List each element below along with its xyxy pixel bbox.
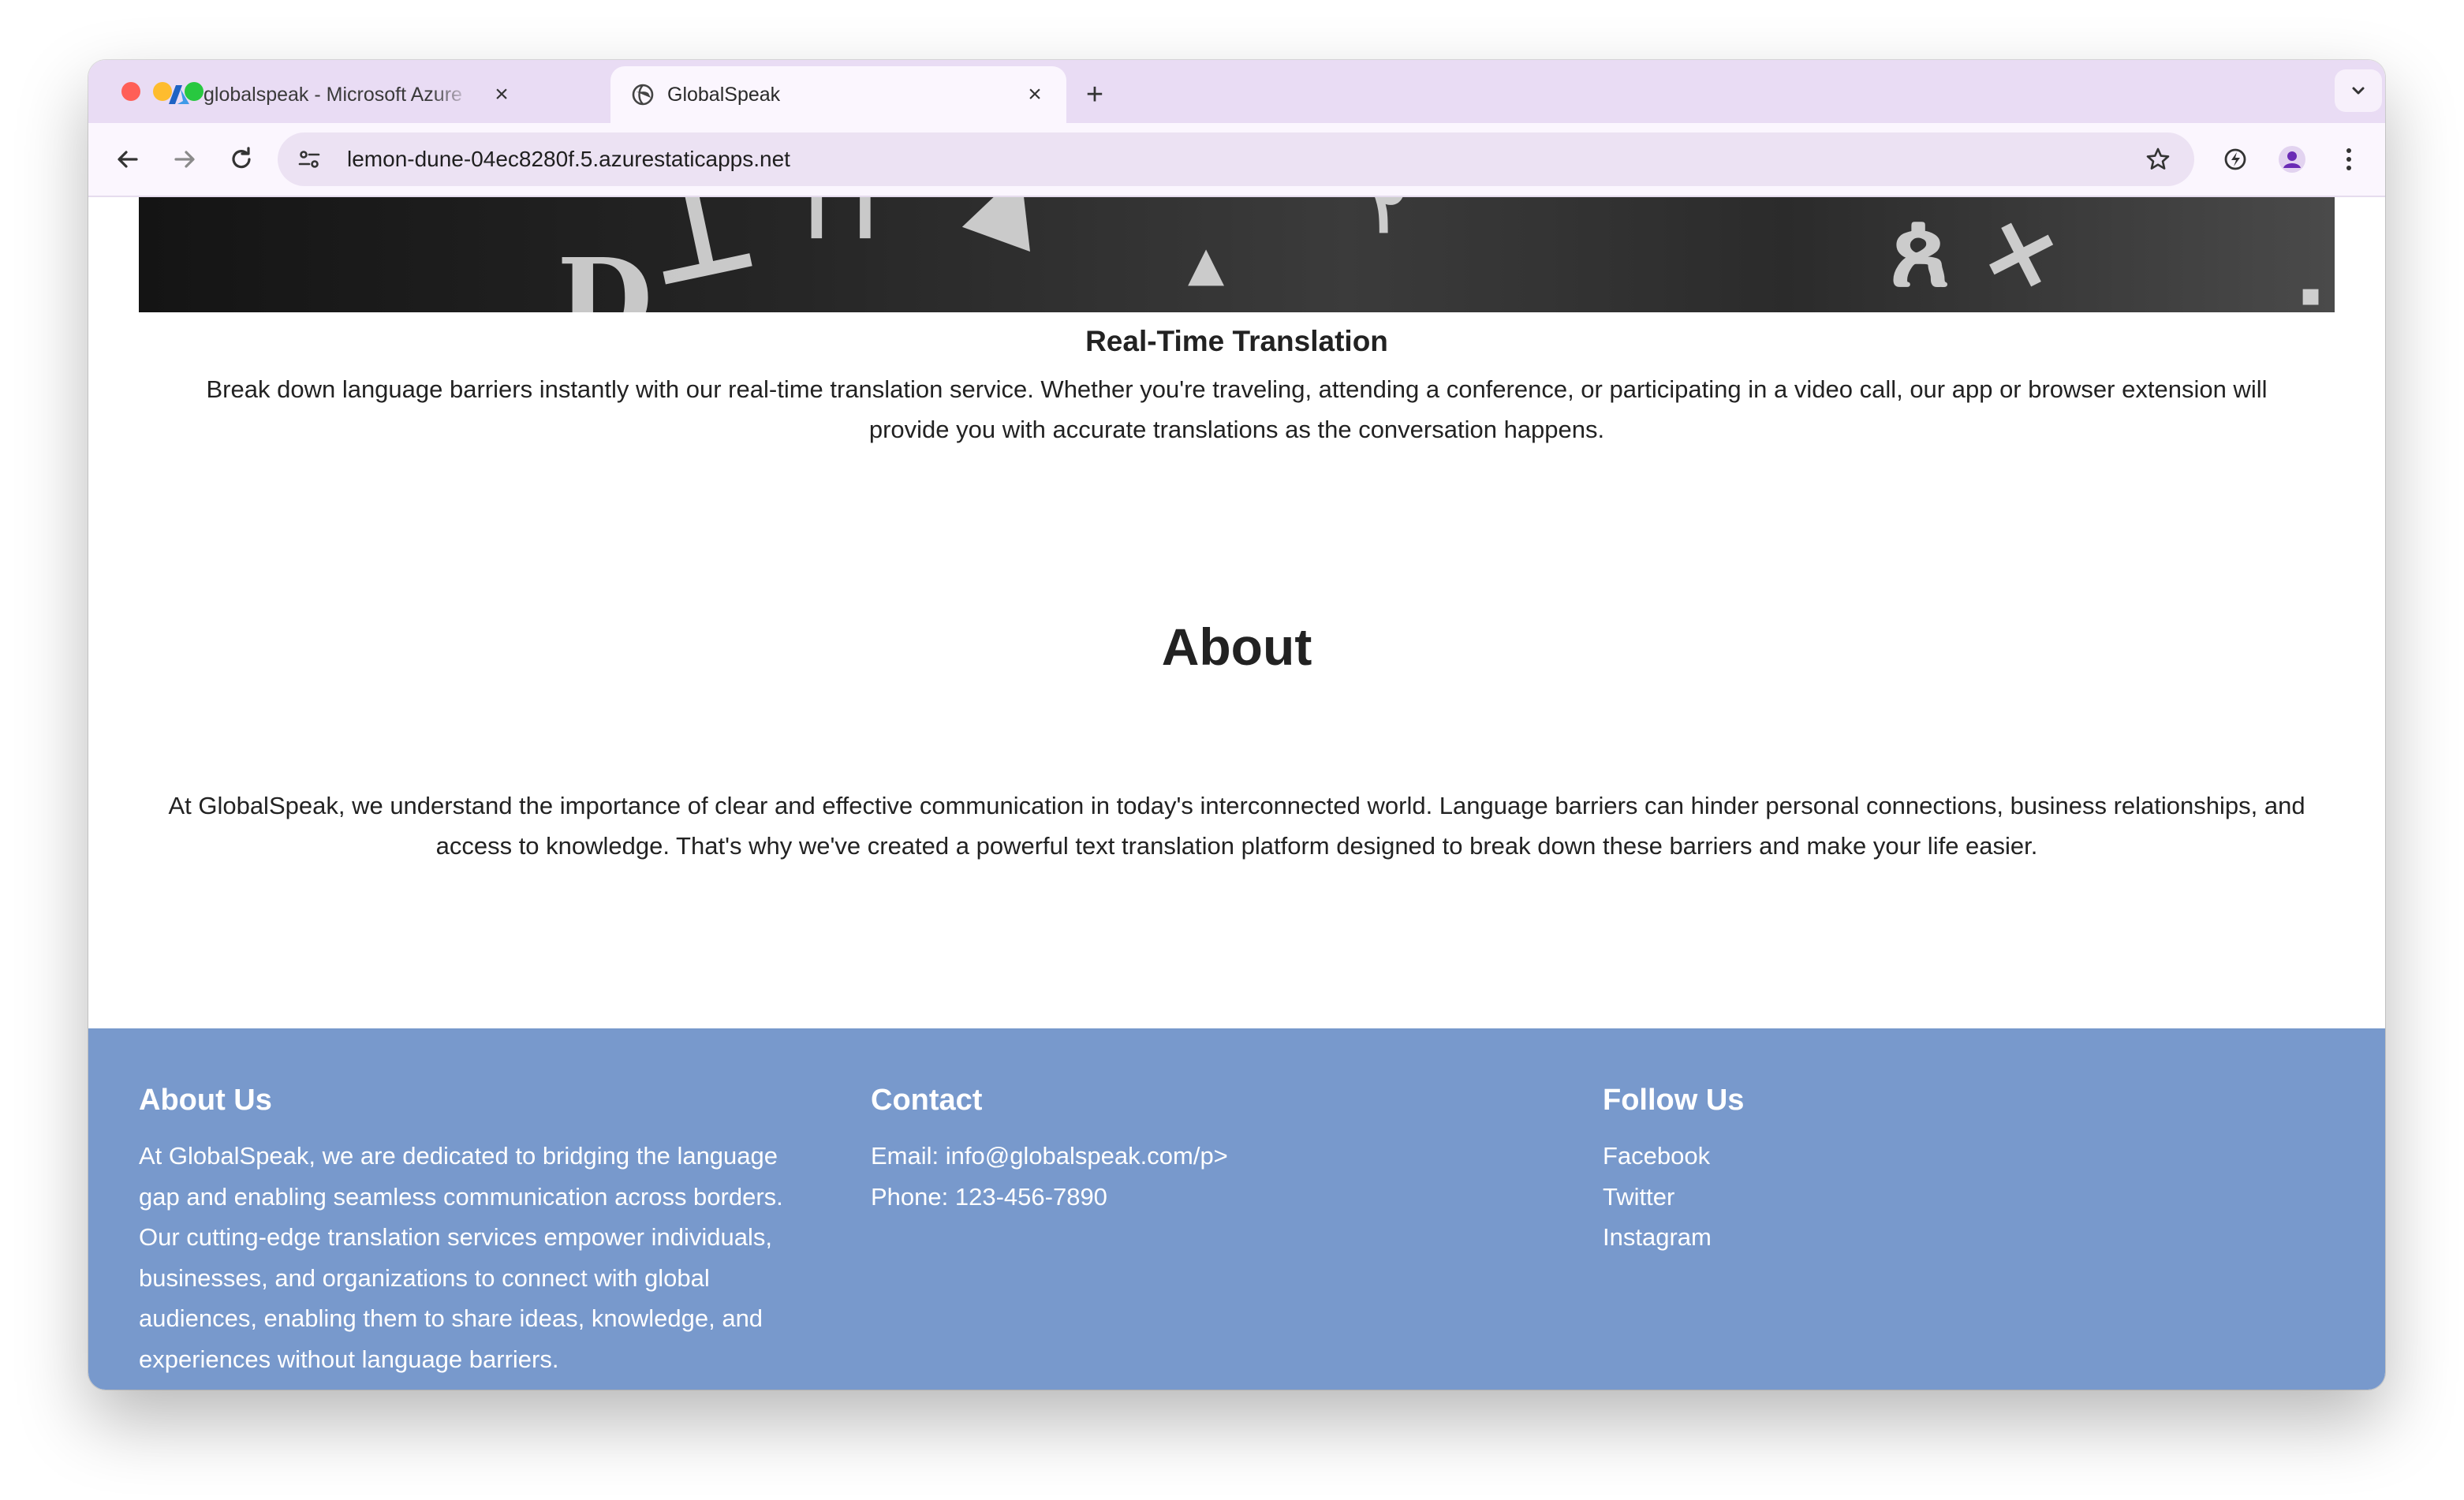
reload-button[interactable]: [222, 140, 260, 178]
url-text[interactable]: lemon-dune-04ec8280f.5.azurestaticapps.n…: [347, 132, 790, 186]
forward-button[interactable]: [166, 140, 203, 178]
globe-icon: [629, 81, 656, 108]
site-info-icon[interactable]: [290, 140, 328, 178]
profile-avatar-icon[interactable]: [2273, 140, 2311, 178]
feature-title: Real-Time Translation: [1085, 325, 1388, 357]
tab-globalspeak[interactable]: GlobalSpeak ×: [610, 66, 1066, 123]
twitter-link[interactable]: Twitter: [1603, 1177, 1712, 1218]
site-footer: About Us At GlobalSpeak, we are dedicate…: [88, 1028, 2385, 1390]
more-menu-icon[interactable]: [2330, 140, 2368, 178]
chalk-letters: ▪: [2300, 276, 2322, 312]
address-bar[interactable]: lemon-dune-04ec8280f.5.azurestaticapps.n…: [278, 132, 2194, 186]
tab-close-icon[interactable]: ×: [486, 79, 517, 110]
tab-close-icon[interactable]: ×: [1019, 79, 1051, 110]
chalk-letters: ✕: [1970, 197, 2071, 312]
feature-description: Break down language barriers instantly w…: [206, 375, 2268, 443]
chevron-down-icon: [2352, 87, 2365, 95]
contact-email: Email: info@globalspeak.com/p>: [871, 1142, 1228, 1170]
new-tab-button[interactable]: +: [1077, 77, 1112, 112]
tab-strip: globalspeak - Microsoft Azure × GlobalSp…: [88, 60, 2385, 123]
chalk-letters: ጰ: [1890, 197, 1951, 310]
social-links: Facebook Twitter Instagram: [1603, 1136, 1712, 1258]
tab-title: GlobalSpeak: [667, 83, 781, 106]
about-description: At GlobalSpeak, we understand the import…: [168, 792, 2305, 860]
browser-window: globalspeak - Microsoft Azure × GlobalSp…: [88, 60, 2385, 1390]
contact-phone: Phone: 123-456-7890: [871, 1182, 1107, 1211]
tab-title: globalspeak - Microsoft Azure: [203, 83, 462, 106]
hero-image: D ⊥ ⊓ ▲ ▲ ٢ ጰ ✕ ▪: [139, 197, 2335, 312]
chalk-letters: ▲: [1188, 237, 1225, 292]
arrow-right-icon: [174, 151, 195, 168]
bookmark-star-icon[interactable]: [2139, 140, 2177, 178]
footer-about-text: At GlobalSpeak, we are dedicated to brid…: [139, 1142, 783, 1373]
tab-search-button[interactable]: [2335, 69, 2382, 112]
extension-icon[interactable]: [2216, 140, 2254, 178]
chalk-letters: ⊓: [801, 197, 881, 261]
footer-about-heading: About Us: [139, 1084, 272, 1117]
page-content: D ⊥ ⊓ ▲ ▲ ٢ ጰ ✕ ▪ Real-Time Translation …: [88, 197, 2385, 1390]
back-button[interactable]: [109, 140, 147, 178]
chalk-letters: D: [557, 235, 653, 312]
chalk-letters: ٢: [1369, 197, 1408, 249]
chalk-letters: ▲: [958, 197, 1065, 263]
footer-follow-heading: Follow Us: [1603, 1084, 1745, 1117]
arrow-left-icon: [118, 151, 138, 168]
reload-icon: [232, 147, 251, 169]
azure-icon: [166, 81, 192, 108]
about-heading: About: [1161, 618, 1312, 676]
instagram-link[interactable]: Instagram: [1603, 1217, 1712, 1258]
tab-azure[interactable]: globalspeak - Microsoft Azure ×: [125, 66, 574, 123]
facebook-link[interactable]: Facebook: [1603, 1136, 1712, 1177]
footer-contact-details: Email: info@globalspeak.com/p> Phone: 12…: [871, 1136, 1228, 1217]
browser-toolbar: lemon-dune-04ec8280f.5.azurestaticapps.n…: [88, 123, 2385, 197]
footer-contact-heading: Contact: [871, 1084, 983, 1117]
